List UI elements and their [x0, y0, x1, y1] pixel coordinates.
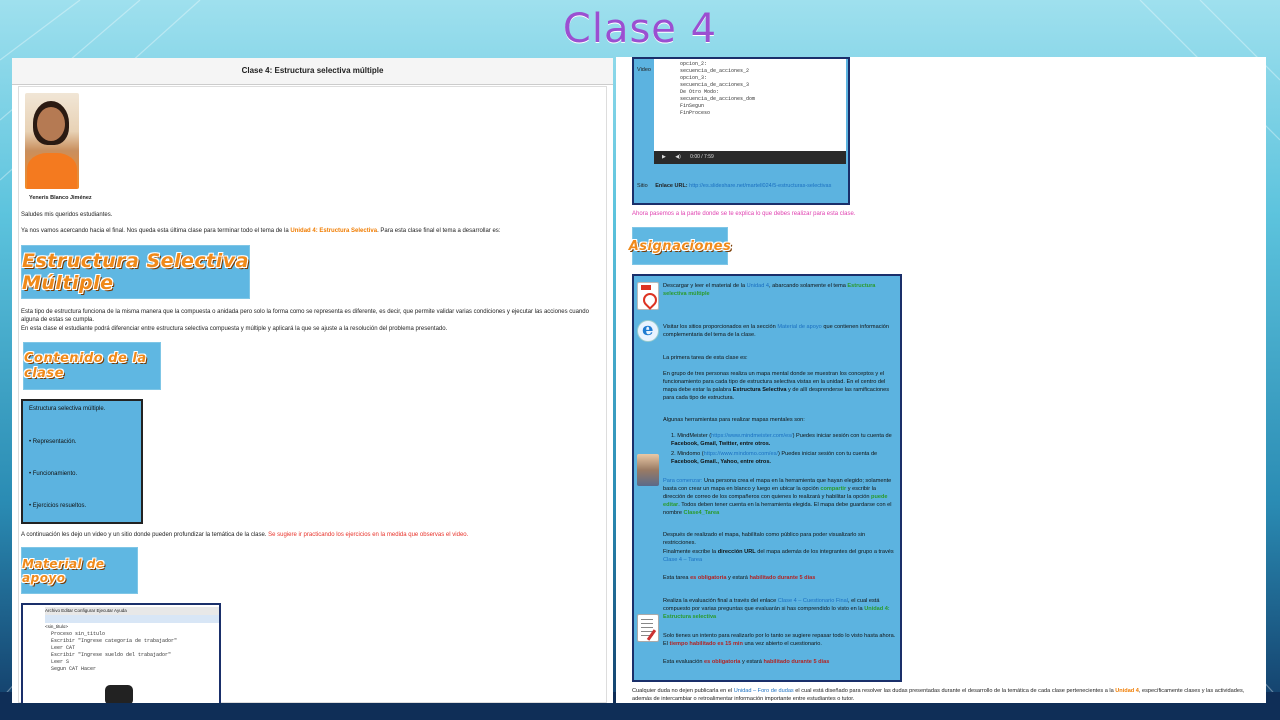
- tools-title: Algunas herramientas para realizar mapas…: [663, 417, 805, 423]
- greeting-text: Saludes mis queridos estudiantes.: [21, 212, 113, 218]
- content-item: Estructura selectiva múltiple.: [29, 406, 106, 412]
- play-button[interactable]: [105, 685, 133, 703]
- mindomo-link[interactable]: https://www.mindomo.com/es/: [704, 451, 778, 457]
- content-item: • Representación.: [29, 439, 77, 445]
- editor-code: Proceso sin_titulo Escribir "Ingrese cat…: [51, 631, 178, 672]
- banner-asignaciones: Asignaciones: [629, 227, 731, 265]
- group-photo-icon: [637, 454, 659, 486]
- material-de-apoyo-link[interactable]: Material de apoyo: [777, 324, 821, 330]
- left-page-title: Clase 4: Estructura selectiva múltiple: [12, 58, 613, 85]
- author-name: Yeneris Blanco Jiménez: [29, 195, 92, 201]
- banner-contenido-de-la-clase: Contenido de la clase: [23, 342, 161, 390]
- start-instructions: Para comenzar: Una persona crea el mapa …: [663, 478, 892, 516]
- final-text: Finalmente escribe la dirección URL del …: [663, 549, 894, 563]
- cuestionario-final-link[interactable]: Clase 4 – Cuestionario Final: [778, 598, 848, 604]
- volume-icon[interactable]: ◀): [675, 154, 681, 160]
- video-frame: opcion_2: secuencia_de_acciones_2 opcion…: [654, 59, 846, 151]
- content-list-box: Estructura selectiva múltiple. • Represe…: [21, 399, 143, 524]
- attempt-text: Solo tienes un intento para realizarlo p…: [663, 633, 896, 647]
- intro-text: Ya nos vamos acercando hacia el final. N…: [21, 228, 501, 234]
- site-url-link[interactable]: http://es.slideshare.net/martell024/5-es…: [689, 183, 831, 189]
- editor-menu-bar: Archivo Editar Configurar Ejecutar Ayuda: [45, 607, 219, 615]
- play-icon[interactable]: ▶: [662, 154, 666, 160]
- assignment-2: Visitar los sitios proporcionados en la …: [663, 324, 889, 338]
- task-requirement: Esta tarea es obligatoria y estará habil…: [663, 575, 816, 581]
- banner-material-de-apoyo: Material de apoyo: [21, 547, 138, 594]
- evaluation-requirement: Esta evaluación es obligatoria y estará …: [663, 659, 830, 665]
- tool-1: 1. MindMeister (https://www.mindmeister.…: [671, 433, 892, 447]
- video-label: Video: [637, 67, 651, 73]
- video-player[interactable]: opcion_2: secuencia_de_acciones_2 opcion…: [654, 59, 846, 164]
- after-text: Después de realizado el mapa, habilítalo…: [663, 532, 866, 546]
- unit-link[interactable]: Unidad 4: Estructura Selectiva: [290, 228, 377, 234]
- task-title: La primera tarea de esta clase es:: [663, 355, 748, 361]
- evaluation-text: Realiza la evaluación final a través del…: [663, 598, 890, 620]
- video-time: 0:00 / 7:59: [690, 154, 714, 160]
- description-text-2: En esta clase el estudiante podrá difere…: [21, 326, 448, 332]
- video-controls[interactable]: ▶ ◀) 0:00 / 7:59: [654, 151, 846, 164]
- content-item: • Funcionamiento.: [29, 471, 78, 477]
- description-text-1: Esta tipo de estructura funciona de la m…: [21, 309, 589, 323]
- pdf-icon[interactable]: [637, 282, 659, 310]
- banner-estructura-selectiva-multiple: Estructura Selectiva Múltiple: [21, 245, 250, 299]
- mindmeister-link[interactable]: https://www.mindmeister.com/es/: [711, 433, 792, 439]
- quiz-icon[interactable]: [637, 614, 659, 642]
- content-item: • Ejercicios resueltos.: [29, 503, 87, 509]
- assignment-1: Descargar y leer el material de la Unida…: [663, 283, 876, 297]
- left-page-content: Yeneris Blanco Jiménez Saludes mis queri…: [18, 86, 607, 703]
- teacher-photo: [25, 93, 79, 189]
- editor-tab: <sin_titulo>: [45, 624, 69, 629]
- video-thumbnail[interactable]: Archivo Editar Configurar Ejecutar Ayuda…: [21, 603, 221, 703]
- tool-2: 2. Mindomo (https://www.mindomo.com/es/)…: [671, 451, 878, 465]
- editor-toolbar: [45, 615, 219, 623]
- foro-de-dudas-link[interactable]: Unidad – Foro de dudas: [734, 688, 794, 694]
- footer-text: Cualquier duda no dejen publicarla en el…: [632, 688, 1245, 702]
- right-page-screenshot: Video opcion_2: secuencia_de_acciones_2 …: [616, 57, 1266, 703]
- browser-icon[interactable]: [637, 319, 659, 342]
- slide-title: Clase 4: [562, 6, 718, 52]
- task-body: En grupo de tres personas realiza un map…: [663, 371, 890, 401]
- unit-4-link[interactable]: Unidad 4: [747, 283, 769, 289]
- unit-4-footer-link[interactable]: Unidad 4: [1115, 688, 1139, 694]
- now-text: Ahora pasemos a la parte donde se te exp…: [632, 211, 856, 217]
- clase-4-tarea-link[interactable]: Clase 4 – Tarea: [663, 557, 702, 563]
- followup-text: A continuación les dejo un video y un si…: [21, 532, 469, 538]
- site-row: Sitio Enlace URL: http://es.slideshare.n…: [637, 183, 832, 189]
- video-site-box: Video opcion_2: secuencia_de_acciones_2 …: [632, 57, 850, 205]
- assignments-box: Descargar y leer el material de la Unida…: [632, 274, 902, 682]
- left-page-screenshot: Clase 4: Estructura selectiva múltiple Y…: [12, 58, 613, 703]
